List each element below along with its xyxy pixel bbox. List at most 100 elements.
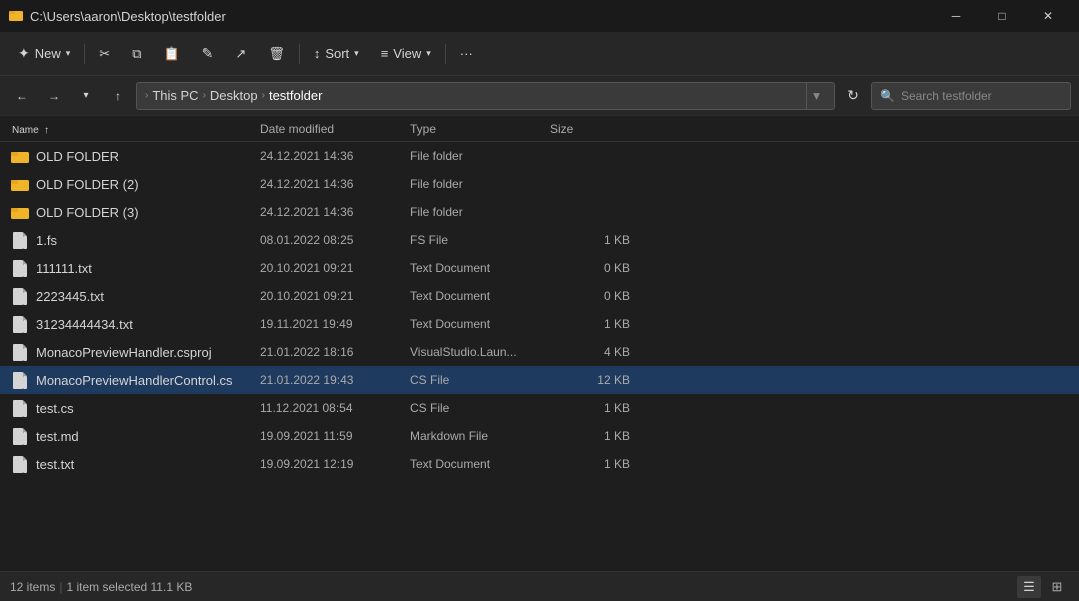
cut-button[interactable]: ✂	[89, 37, 120, 71]
share-icon: ↗	[235, 46, 246, 62]
share-button[interactable]: ↗	[225, 37, 256, 71]
file-type: Text Document	[410, 457, 550, 471]
forward-button[interactable]: →	[40, 82, 68, 110]
new-chevron-icon: ▾	[66, 48, 71, 59]
table-row[interactable]: 31234444434.txt 19.11.2021 19:49 Text Do…	[0, 310, 1079, 338]
file-size: 1 KB	[550, 233, 630, 247]
close-button[interactable]: ✕	[1025, 0, 1071, 32]
table-row[interactable]: test.cs 11.12.2021 08:54 CS File 1 KB	[0, 394, 1079, 422]
file-date: 20.10.2021 09:21	[260, 261, 410, 275]
column-type[interactable]: Type	[410, 122, 550, 136]
delete-button[interactable]: 🗑	[258, 37, 295, 71]
rename-icon: ✎	[202, 45, 214, 62]
selected-info: 1 item selected 11.1 KB	[66, 580, 192, 594]
file-date: 24.12.2021 14:36	[260, 177, 410, 191]
file-size: 4 KB	[550, 345, 630, 359]
delete-icon: 🗑	[268, 46, 285, 62]
folder-icon	[10, 202, 30, 222]
file-date: 19.09.2021 12:19	[260, 457, 410, 471]
table-row[interactable]: test.md 19.09.2021 11:59 Markdown File 1…	[0, 422, 1079, 450]
column-date[interactable]: Date modified	[260, 122, 410, 136]
table-row[interactable]: MonacoPreviewHandlerControl.cs 21.01.202…	[0, 366, 1079, 394]
rename-button[interactable]: ✎	[192, 37, 224, 71]
title-bar: C:\Users\aaron\Desktop\testfolder ─ □ ✕	[0, 0, 1079, 32]
view-button[interactable]: ≡ View ▾	[371, 37, 441, 71]
list-view-icon: ☰	[1023, 579, 1035, 595]
cut-icon: ✂	[99, 46, 110, 62]
table-row[interactable]: MonacoPreviewHandler.csproj 21.01.2022 1…	[0, 338, 1079, 366]
file-icon	[10, 454, 30, 474]
folder-icon	[10, 146, 30, 166]
file-icon	[10, 426, 30, 446]
table-row[interactable]: OLD FOLDER (2) 24.12.2021 14:36 File fol…	[0, 170, 1079, 198]
copy-button[interactable]: ⧉	[122, 37, 151, 71]
table-row[interactable]: 111111.txt 20.10.2021 09:21 Text Documen…	[0, 254, 1079, 282]
file-size: 1 KB	[550, 457, 630, 471]
up-button[interactable]: ↑	[104, 82, 132, 110]
file-name: test.md	[36, 429, 260, 444]
sort-button[interactable]: ↕ Sort ▾	[304, 37, 369, 71]
file-icon	[10, 342, 30, 362]
file-name: MonacoPreviewHandler.csproj	[36, 345, 260, 360]
table-row[interactable]: OLD FOLDER 24.12.2021 14:36 File folder	[0, 142, 1079, 170]
breadcrumb-this-pc: This PC	[152, 88, 198, 103]
file-type: VisualStudio.Laun...	[410, 345, 550, 359]
search-box[interactable]: 🔍 Search testfolder	[871, 82, 1071, 110]
file-date: 24.12.2021 14:36	[260, 149, 410, 163]
search-placeholder: Search testfolder	[901, 89, 992, 103]
file-name: 111111.txt	[36, 261, 260, 276]
table-row[interactable]: test.txt 19.09.2021 12:19 Text Document …	[0, 450, 1079, 478]
breadcrumb-dropdown-button[interactable]: ▾	[806, 82, 826, 110]
status-sep-1: |	[59, 580, 62, 594]
breadcrumb-arrow-start: ›	[145, 90, 148, 101]
file-date: 20.10.2021 09:21	[260, 289, 410, 303]
list-view-toggle[interactable]: ☰	[1017, 576, 1041, 598]
new-button[interactable]: ✦ New ▾	[8, 37, 80, 71]
file-date: 19.11.2021 19:49	[260, 317, 410, 331]
file-type: Text Document	[410, 289, 550, 303]
recent-button[interactable]: ▾	[72, 82, 100, 110]
folder-icon	[10, 174, 30, 194]
copy-icon: ⧉	[132, 46, 141, 62]
sort-label: Sort	[325, 46, 349, 61]
breadcrumb-sep-1: ›	[203, 90, 206, 101]
toolbar: ✦ New ▾ ✂ ⧉ 📋 ✎ ↗ 🗑 ↕ Sort ▾ ≡ View ▾ ··…	[0, 32, 1079, 76]
file-icon	[10, 258, 30, 278]
toolbar-sep-2	[299, 44, 300, 64]
grid-view-icon: ⊞	[1052, 579, 1063, 595]
file-type: Text Document	[410, 261, 550, 275]
file-name: test.cs	[36, 401, 260, 416]
more-button[interactable]: ···	[450, 37, 483, 71]
back-button[interactable]: ←	[8, 82, 36, 110]
table-row[interactable]: 1.fs 08.01.2022 08:25 FS File 1 KB	[0, 226, 1079, 254]
grid-view-toggle[interactable]: ⊞	[1045, 576, 1069, 598]
file-size: 1 KB	[550, 401, 630, 415]
file-date: 24.12.2021 14:36	[260, 205, 410, 219]
file-date: 11.12.2021 08:54	[260, 401, 410, 415]
new-icon: ✦	[18, 45, 30, 62]
file-icon	[10, 398, 30, 418]
file-type: File folder	[410, 149, 550, 163]
item-count: 12 items	[10, 580, 55, 594]
new-label: New	[35, 46, 61, 61]
file-icon	[10, 230, 30, 250]
paste-button[interactable]: 📋	[153, 37, 189, 71]
file-icon	[10, 370, 30, 390]
file-type: Markdown File	[410, 429, 550, 443]
refresh-button[interactable]: ↻	[839, 82, 867, 110]
maximize-button[interactable]: □	[979, 0, 1025, 32]
breadcrumb-sep-2: ›	[262, 90, 265, 101]
table-row[interactable]: OLD FOLDER (3) 24.12.2021 14:36 File fol…	[0, 198, 1079, 226]
column-name[interactable]: Name ↑	[10, 122, 260, 136]
file-type: CS File	[410, 373, 550, 387]
breadcrumb-testfolder: testfolder	[269, 88, 322, 103]
breadcrumb-bar[interactable]: › This PC › Desktop › testfolder ▾	[136, 82, 835, 110]
status-right: ☰ ⊞	[1017, 576, 1069, 598]
column-size[interactable]: Size	[550, 122, 630, 136]
sort-chevron-icon: ▾	[354, 48, 359, 59]
table-row[interactable]: 2223445.txt 20.10.2021 09:21 Text Docume…	[0, 282, 1079, 310]
file-date: 21.01.2022 19:43	[260, 373, 410, 387]
file-rows-container: OLD FOLDER 24.12.2021 14:36 File folder …	[0, 142, 1079, 478]
title-bar-text: C:\Users\aaron\Desktop\testfolder	[30, 9, 226, 24]
minimize-button[interactable]: ─	[933, 0, 979, 32]
